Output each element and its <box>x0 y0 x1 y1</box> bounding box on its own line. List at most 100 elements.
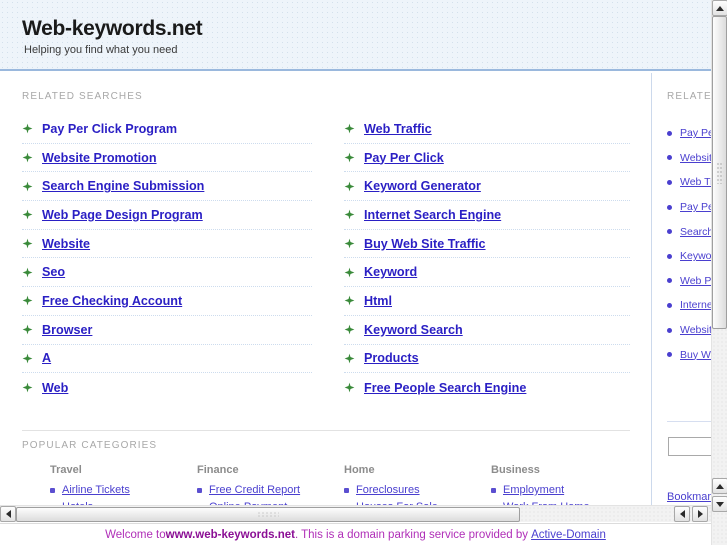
horizontal-scrollbar-thumb[interactable] <box>16 507 520 522</box>
arrow-down-icon <box>716 501 724 507</box>
sidebar-search-link[interactable]: Pay Per Click <box>680 201 711 213</box>
related-search-link[interactable]: Keyword Generator <box>364 179 481 193</box>
scroll-up-button[interactable] <box>712 0 727 16</box>
related-search-link[interactable]: Web <box>42 381 68 395</box>
vertical-scrollbar-thumb[interactable] <box>712 16 727 329</box>
related-link-row[interactable]: Web Traffic <box>344 115 630 144</box>
sidebar-link-row[interactable]: Website <box>667 318 711 343</box>
related-search-link[interactable]: Web Traffic <box>364 122 432 136</box>
related-link-row[interactable]: Pay Per Click <box>344 144 630 173</box>
site-header: Web-keywords.net Helping you find what y… <box>0 0 711 71</box>
related-link-row[interactable]: Browser <box>22 316 312 345</box>
vertical-scrollbar[interactable] <box>711 0 727 545</box>
scroll-down-button[interactable] <box>712 496 727 512</box>
star-bullet-icon <box>344 267 355 278</box>
category-link[interactable]: Foreclosures <box>356 484 420 496</box>
related-link-row[interactable]: Internet Search Engine <box>344 201 630 230</box>
dot-bullet-icon <box>667 155 672 161</box>
related-link-row[interactable]: Free Checking Account <box>22 287 312 316</box>
related-search-link[interactable]: Website <box>42 237 90 251</box>
scrollbar-grip <box>257 511 279 518</box>
related-link-row[interactable]: Keyword Search <box>344 316 630 345</box>
sidebar-link-row[interactable]: Internet Search Engine <box>667 293 711 318</box>
sidebar-search-link[interactable]: Internet Search Engine <box>680 299 711 311</box>
related-search-link[interactable]: Seo <box>42 265 65 279</box>
sidebar-link-row[interactable]: Web Page Design Program <box>667 269 711 294</box>
scroll-left-button[interactable] <box>0 506 16 522</box>
related-link-row[interactable]: Keyword <box>344 258 630 288</box>
related-search-link[interactable]: Pay Per Click <box>364 151 444 165</box>
related-link-row[interactable]: Buy Web Site Traffic <box>344 230 630 259</box>
scroll-up-button-secondary[interactable] <box>712 478 727 494</box>
related-link-row[interactable]: Free People Search Engine <box>344 373 630 402</box>
related-link-row[interactable]: Website Promotion <box>22 144 312 173</box>
related-search-link[interactable]: Products <box>364 351 419 365</box>
related-search-link[interactable]: Browser <box>42 323 92 337</box>
category-link[interactable]: Employment <box>503 484 564 496</box>
related-searches-list: Pay Per Click Program Website Promotion Se… <box>22 115 630 402</box>
dot-bullet-icon <box>667 130 672 136</box>
star-bullet-icon <box>22 152 33 163</box>
horizontal-scrollbar[interactable] <box>0 505 711 522</box>
related-link-row[interactable]: Pay Per Click Program <box>22 115 312 144</box>
star-bullet-icon <box>344 382 355 393</box>
category-item[interactable]: Free Credit Report <box>197 482 344 498</box>
category-link[interactable]: Free Credit Report <box>209 484 300 496</box>
sidebar-search-link[interactable]: Pay Per Click Program <box>680 127 711 139</box>
related-search-link[interactable]: Free Checking Account <box>42 294 182 308</box>
related-search-link[interactable]: Web Page Design Program <box>42 208 203 222</box>
related-search-link[interactable]: Html <box>364 294 392 308</box>
sidebar-search-link[interactable]: Buy Web Site Traffic <box>680 349 711 361</box>
related-search-link[interactable]: Pay Per Click Program <box>42 122 177 136</box>
related-link-row[interactable]: Seo <box>22 258 312 288</box>
sidebar-link-row[interactable]: Keyword Generator <box>667 244 711 269</box>
scroll-right-button[interactable] <box>692 506 708 522</box>
category-item[interactable]: Foreclosures <box>344 482 491 498</box>
related-link-row[interactable]: Keyword Generator <box>344 172 630 202</box>
related-search-link[interactable]: Search Engine Submission <box>42 179 204 193</box>
related-search-link[interactable]: Buy Web Site Traffic <box>364 237 486 251</box>
related-search-link[interactable]: Website Promotion <box>42 151 157 165</box>
related-link-row[interactable]: Html <box>344 287 630 316</box>
sidebar-search-link[interactable]: Keyword Generator <box>680 250 711 262</box>
sidebar-link-row[interactable]: Website Promotion <box>667 146 711 171</box>
active-domain-link[interactable]: Active-Domain <box>531 529 606 541</box>
bookmark-link[interactable]: Bookmark <box>667 491 711 503</box>
sidebar-search-link[interactable]: Website <box>680 324 711 336</box>
popular-categories-heading: POPULAR CATEGORIES <box>22 440 158 451</box>
related-search-link[interactable]: A <box>42 351 51 365</box>
category-title: Travel <box>50 464 82 476</box>
related-search-link[interactable]: Keyword Search <box>364 323 463 337</box>
main-content: RELATED SEARCHES Pay Per Click Program We… <box>0 73 652 505</box>
related-search-link[interactable]: Keyword <box>364 265 417 279</box>
related-search-link[interactable]: Internet Search Engine <box>364 208 501 222</box>
sidebar-search-link[interactable]: Search Engine Submission <box>680 226 711 238</box>
scroll-left-button-secondary[interactable] <box>674 506 690 522</box>
star-bullet-icon <box>22 181 33 192</box>
scrollbar-grip <box>716 161 723 184</box>
arrow-left-icon <box>679 510 685 518</box>
dot-bullet-icon <box>667 253 672 259</box>
sidebar-link-row[interactable]: Pay Per Click <box>667 195 711 220</box>
category-item[interactable]: Airline Tickets <box>50 482 197 498</box>
related-link-row[interactable]: Website <box>22 230 312 259</box>
sidebar-link-row[interactable]: Web Traffic <box>667 170 711 195</box>
related-link-row[interactable]: A <box>22 345 312 374</box>
related-link-row[interactable]: Products <box>344 345 630 374</box>
sidebar-search-input[interactable] <box>668 437 711 456</box>
sidebar-search-link[interactable]: Web Page Design Program <box>680 275 711 287</box>
category-link[interactable]: Airline Tickets <box>62 484 130 496</box>
related-link-row[interactable]: Web <box>22 373 312 402</box>
sidebar-link-row[interactable]: Buy Web Site Traffic <box>667 342 711 367</box>
sidebar-search-link[interactable]: Website Promotion <box>680 152 711 164</box>
category-item[interactable]: Employment <box>491 482 638 498</box>
sidebar-link-row[interactable]: Pay Per Click Program <box>667 121 711 146</box>
related-link-row[interactable]: Search Engine Submission <box>22 172 312 202</box>
sidebar-link-row[interactable]: Search Engine Submission <box>667 219 711 244</box>
related-link-row[interactable]: Web Page Design Program <box>22 201 312 230</box>
category-column: BusinessEmploymentWork From Home <box>491 464 638 505</box>
star-bullet-icon <box>22 382 33 393</box>
sidebar-search-link[interactable]: Web Traffic <box>680 176 711 188</box>
dot-bullet-icon <box>667 302 672 308</box>
related-search-link[interactable]: Free People Search Engine <box>364 381 526 395</box>
